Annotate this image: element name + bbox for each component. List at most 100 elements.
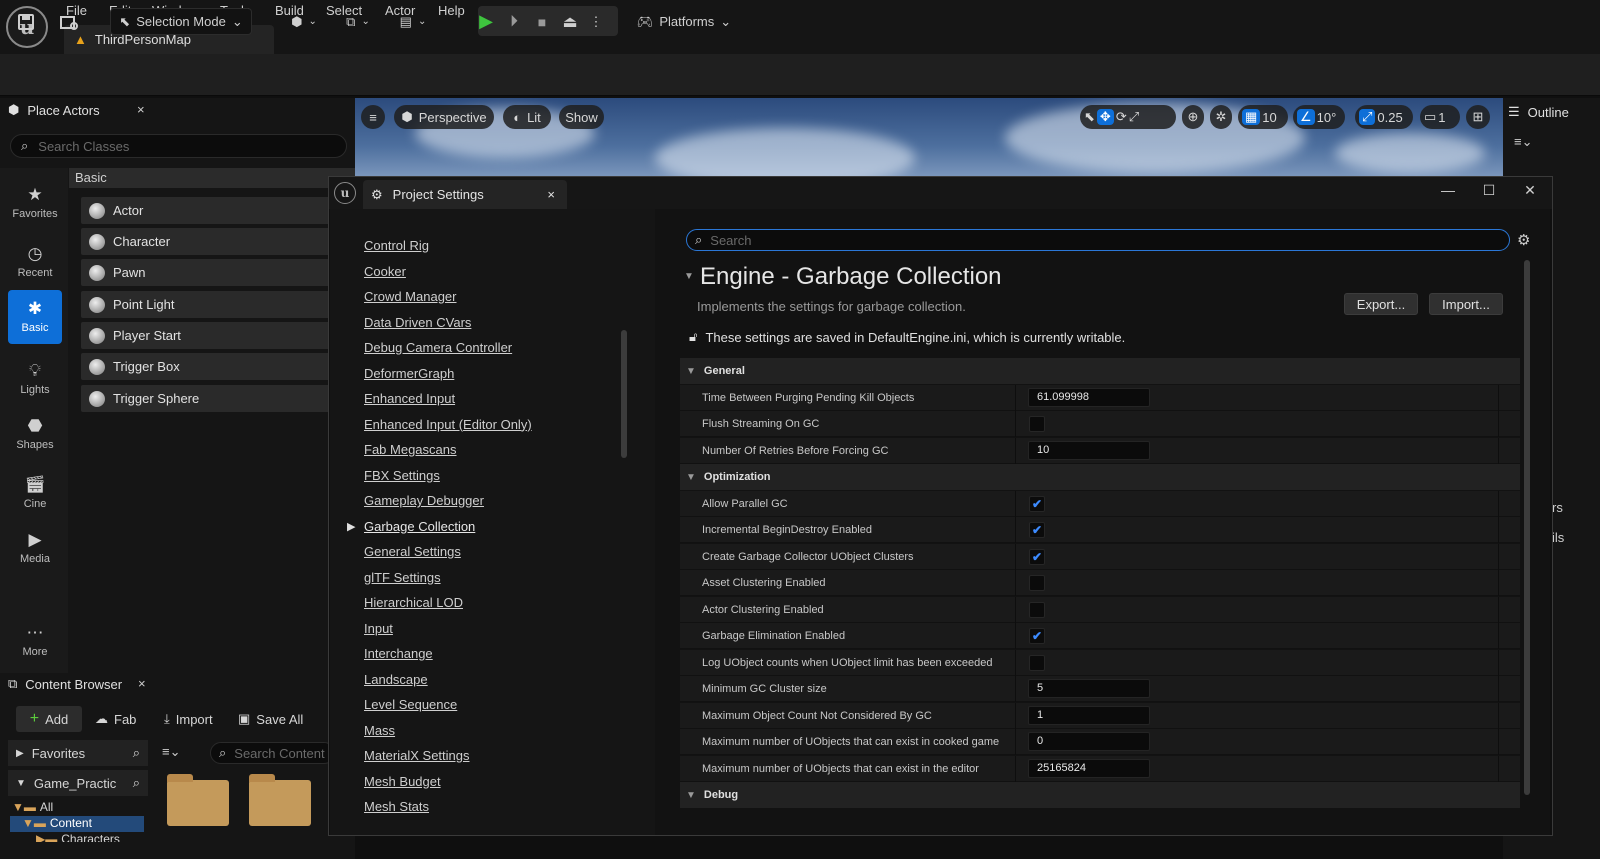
column-divider[interactable]: [1015, 702, 1016, 729]
fab-button[interactable]: ☁ Fab: [95, 706, 136, 732]
surface-snap-icon[interactable]: ✲: [1210, 105, 1232, 129]
nav-scrollbar[interactable]: [621, 330, 627, 458]
import-button[interactable]: Import...: [1429, 293, 1503, 315]
search-icon[interactable]: ⌕: [133, 745, 140, 761]
stop-icon[interactable]: ■: [530, 8, 554, 35]
checkbox[interactable]: ✔: [1029, 628, 1045, 644]
number-field[interactable]: 0: [1028, 732, 1150, 751]
category-cine[interactable]: 🎬︎ Cine: [0, 466, 70, 520]
number-field[interactable]: 10: [1028, 440, 1150, 460]
filter-icon[interactable]: ≡⌄: [162, 744, 180, 760]
actor-item[interactable]: Point Light: [81, 291, 333, 318]
select-icon[interactable]: ⬉: [1084, 109, 1095, 125]
show-button[interactable]: Show: [559, 105, 604, 129]
settings-nav-item[interactable]: FBX Settings: [364, 468, 440, 488]
export-button[interactable]: Export...: [1344, 293, 1418, 315]
content-browser-tab[interactable]: ⧉ Content Browser: [8, 676, 122, 692]
world-space-icon[interactable]: ⊕: [1182, 105, 1204, 129]
folder-thumbnail[interactable]: [167, 774, 229, 826]
viewport-menu-icon[interactable]: ≡: [361, 105, 385, 129]
scale-icon[interactable]: ⤢: [1129, 109, 1139, 125]
settings-nav-item[interactable]: Hierarchical LOD: [364, 595, 463, 615]
category-header[interactable]: ▼ Debug: [680, 782, 1520, 808]
blueprint-icon[interactable]: ⧉ ⌄: [338, 8, 378, 35]
checkbox[interactable]: [1029, 416, 1045, 432]
settings-nav-item[interactable]: MaterialX Settings: [364, 748, 470, 768]
layout-icon[interactable]: ⊞: [1466, 105, 1490, 129]
column-divider[interactable]: [1015, 543, 1016, 570]
search-content-input[interactable]: ⌕ Search Content: [210, 742, 335, 764]
close-icon[interactable]: ×: [138, 676, 146, 691]
perspective-button[interactable]: ⬢ Perspective: [394, 105, 494, 129]
column-divider[interactable]: [1015, 623, 1016, 649]
column-divider[interactable]: [1015, 649, 1016, 676]
close-window-icon[interactable]: ✕: [1520, 180, 1540, 200]
column-divider[interactable]: [1015, 596, 1016, 623]
number-field[interactable]: 1: [1028, 705, 1150, 725]
close-icon[interactable]: ×: [547, 187, 555, 202]
checkbox[interactable]: [1029, 654, 1045, 671]
settings-nav-item[interactable]: Garbage Collection: [364, 519, 475, 539]
folder-thumbnail[interactable]: [249, 774, 311, 826]
actor-item[interactable]: Player Start: [81, 322, 333, 349]
settings-nav-item[interactable]: Fab Megascans: [364, 442, 457, 462]
actor-item[interactable]: Trigger Sphere: [81, 385, 333, 412]
import-button[interactable]: ⤓ Import: [164, 706, 213, 732]
save-icon[interactable]: [12, 8, 40, 35]
grid-snap[interactable]: ▦ 10: [1238, 105, 1288, 129]
category-recent[interactable]: ◷ Recent: [0, 235, 70, 289]
checkbox[interactable]: ✔: [1029, 522, 1045, 538]
settings-search-input[interactable]: ⌕ Search: [686, 229, 1510, 251]
settings-nav-item[interactable]: Enhanced Input: [364, 391, 455, 411]
column-divider[interactable]: [1015, 517, 1016, 543]
category-more[interactable]: ⋯ More: [0, 614, 70, 668]
maximize-icon[interactable]: ☐: [1479, 180, 1499, 200]
settings-nav-item[interactable]: Mesh Budget: [364, 774, 441, 794]
tree-item-all[interactable]: ▼▬ All: [12, 800, 53, 814]
settings-nav-item[interactable]: Interchange: [364, 646, 433, 666]
tree-item-characters[interactable]: ▶▬ Characters: [36, 832, 120, 842]
settings-nav-item[interactable]: Crowd Manager: [364, 289, 457, 309]
column-divider[interactable]: [1015, 437, 1016, 464]
settings-nav-item[interactable]: Mesh Stats: [364, 799, 429, 819]
column-divider[interactable]: [1015, 411, 1016, 437]
settings-nav-item[interactable]: Cooker: [364, 264, 406, 284]
column-divider[interactable]: [1015, 384, 1016, 411]
lit-button[interactable]: ◐ Lit: [503, 105, 551, 129]
minimize-icon[interactable]: —: [1438, 180, 1458, 200]
number-field[interactable]: 61.099998: [1028, 387, 1150, 407]
category-media[interactable]: ▶ Media: [0, 521, 70, 575]
camera-speed[interactable]: ▭ 1: [1420, 105, 1460, 129]
rotation-snap[interactable]: ∠ 10°: [1293, 105, 1345, 129]
scale-snap[interactable]: ⤢ 0.25: [1355, 105, 1413, 129]
cinematics-icon[interactable]: ▤ ⌄: [393, 8, 433, 35]
column-divider[interactable]: [1015, 570, 1016, 596]
settings-nav-item[interactable]: DeformerGraph: [364, 366, 454, 386]
actor-item[interactable]: Trigger Box: [81, 353, 333, 380]
column-divider[interactable]: [1015, 676, 1016, 702]
settings-nav-item[interactable]: Level Sequence: [364, 697, 457, 717]
details-scrollbar[interactable]: [1524, 260, 1530, 795]
favorites-section[interactable]: ▶ Favorites ⌕: [8, 740, 148, 766]
outliner-tab[interactable]: ☰ Outline: [1508, 102, 1600, 122]
category-basic[interactable]: ✱ Basic: [8, 290, 62, 344]
column-divider[interactable]: [1015, 729, 1016, 755]
settings-nav-item[interactable]: Input: [364, 621, 393, 641]
settings-nav-item[interactable]: Landscape: [364, 672, 428, 692]
number-field[interactable]: 25165824: [1028, 758, 1150, 778]
checkbox[interactable]: [1029, 601, 1045, 618]
add-actor-icon[interactable]: ⬢ ⌄: [284, 8, 324, 35]
project-settings-tab[interactable]: ⚙ Project Settings ×: [363, 180, 567, 209]
search-icon[interactable]: ⌕: [133, 775, 140, 791]
settings-nav-item[interactable]: Gameplay Debugger: [364, 493, 484, 513]
save-all-button[interactable]: ▣ Save All: [238, 706, 303, 732]
collapse-icon[interactable]: ▼: [684, 271, 694, 282]
settings-nav-item[interactable]: Enhanced Input (Editor Only): [364, 417, 532, 437]
play-options-icon[interactable]: ⋮: [586, 8, 606, 35]
settings-nav-item[interactable]: General Settings: [364, 544, 461, 564]
checkbox[interactable]: ✔: [1029, 548, 1045, 565]
category-header[interactable]: ▼ General: [680, 358, 1520, 384]
selection-mode-dropdown[interactable]: ⬉ Selection Mode ⌄: [110, 8, 252, 35]
category-lights[interactable]: 💡︎ Lights: [0, 352, 70, 406]
checkbox[interactable]: ✔: [1029, 495, 1045, 512]
